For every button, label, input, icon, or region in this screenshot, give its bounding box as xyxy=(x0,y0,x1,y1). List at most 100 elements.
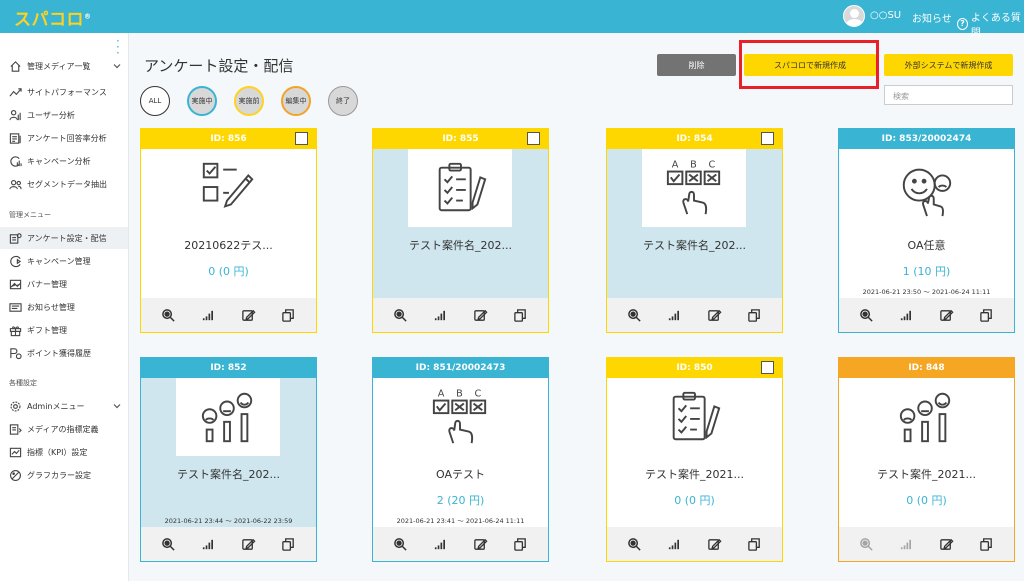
stats-icon[interactable] xyxy=(201,536,217,552)
kpi-icon xyxy=(9,446,22,459)
survey-card[interactable]: ID: 855 テスト案件名_202... xyxy=(372,128,549,333)
sidebar-item-segment[interactable]: セグメントデータ抽出 xyxy=(0,173,128,195)
sidebar-item-campaign-analysis[interactable]: キャンペーン分析 xyxy=(0,150,128,172)
copy-icon[interactable] xyxy=(512,536,528,552)
sidebar-item-campaign[interactable]: キャンペーン管理 xyxy=(0,250,128,272)
card-checkbox[interactable] xyxy=(527,132,540,145)
stats-icon[interactable] xyxy=(433,536,449,552)
edit-icon[interactable] xyxy=(706,307,722,323)
preview-icon[interactable] xyxy=(393,536,409,552)
card-body[interactable]: OAテスト 2 (20 円) 2021-06-21 23:41 〜 2021-06-… xyxy=(373,378,548,528)
edit-icon[interactable] xyxy=(938,307,954,323)
sidebar-item-banner[interactable]: バナー管理 xyxy=(0,273,128,295)
sidebar-item-gift[interactable]: ギフト管理 xyxy=(0,319,128,341)
sidebar-item-media-list[interactable]: 管理メディア一覧 xyxy=(0,55,128,77)
kebab-menu-icon[interactable]: · · · xyxy=(116,35,120,59)
card-period: 2021-06-21 23:41 〜 2021-06-24 11:11 xyxy=(396,517,525,525)
preview-icon[interactable] xyxy=(161,307,177,323)
card-actions xyxy=(141,527,316,561)
app-logo[interactable]: スパコロ® xyxy=(14,5,92,30)
card-body[interactable]: テスト案件名_202... xyxy=(607,149,782,299)
card-body[interactable]: テスト案件_2021... 0 (0 円) xyxy=(839,378,1014,528)
copy-icon[interactable] xyxy=(280,536,296,552)
edit-icon[interactable] xyxy=(240,536,256,552)
edit-icon[interactable] xyxy=(240,307,256,323)
stats-icon[interactable] xyxy=(201,307,217,323)
sidebar-item-site-performance[interactable]: サイトパフォーマンス xyxy=(0,81,128,103)
sidebar-item-palette[interactable]: グラフカラー設定 xyxy=(0,464,128,486)
stats-icon[interactable] xyxy=(899,307,915,323)
sidebar-item-kpi[interactable]: 指標（KPI）設定 xyxy=(0,441,128,463)
preview-icon[interactable] xyxy=(393,307,409,323)
preview-icon[interactable] xyxy=(859,536,875,552)
edit-icon[interactable] xyxy=(938,536,954,552)
card-title: テスト案件名_202... xyxy=(177,468,280,481)
sidebar: · · · 管理メディア一覧 サイトパフォーマンス ユーザー分析 アンケート回答率分… xyxy=(0,33,129,581)
stats-icon[interactable] xyxy=(667,536,683,552)
sidebar-item-survey-settings[interactable]: アンケート設定・配信 xyxy=(0,227,128,249)
survey-card[interactable]: ID: 852 テスト案件名_202... 2021-06-21 23:44 〜 2… xyxy=(140,357,317,562)
survey-card[interactable]: ID: 853/20002474 OA任意 1 (10 円) 2021-06-21 2… xyxy=(838,128,1015,333)
edit-icon[interactable] xyxy=(472,536,488,552)
copy-icon[interactable] xyxy=(978,536,994,552)
preview-icon[interactable] xyxy=(859,307,875,323)
card-checkbox[interactable] xyxy=(761,361,774,374)
card-body[interactable]: テスト案件_2021... 0 (0 円) xyxy=(607,378,782,528)
preview-icon[interactable] xyxy=(161,536,177,552)
stats-icon[interactable] xyxy=(667,307,683,323)
filter-ended[interactable]: 終了 xyxy=(328,86,358,116)
sidebar-item-media-def[interactable]: メディアの指標定義 xyxy=(0,418,128,440)
create-external-button[interactable]: 外部システムで新規作成 xyxy=(884,54,1013,76)
copy-icon[interactable] xyxy=(512,307,528,323)
chevron-down-icon[interactable] xyxy=(112,401,122,411)
avatar[interactable] xyxy=(843,5,865,27)
edit-icon[interactable] xyxy=(472,307,488,323)
filter-all[interactable]: ALL xyxy=(140,86,170,116)
search-input[interactable]: 検索 xyxy=(884,85,1013,105)
preview-icon[interactable] xyxy=(627,536,643,552)
card-response-count: 0 (0 円) xyxy=(906,494,947,507)
card-actions xyxy=(373,298,548,332)
filter-editing[interactable]: 編集中 xyxy=(281,86,311,116)
survey-card[interactable]: ID: 848 テスト案件_2021... 0 (0 円) xyxy=(838,357,1015,562)
filter-active[interactable]: 実施中 xyxy=(187,86,217,116)
gift-icon xyxy=(9,324,22,337)
card-body[interactable]: 20210622テス... 0 (0 円) xyxy=(141,149,316,299)
copy-icon[interactable] xyxy=(280,307,296,323)
sidebar-item-user-analysis[interactable]: ユーザー分析 xyxy=(0,104,128,126)
survey-card[interactable]: ID: 850 テスト案件_2021... 0 (0 円) xyxy=(606,357,783,562)
delete-button[interactable]: 削除 xyxy=(657,54,736,76)
card-response-count: 0 (0 円) xyxy=(208,265,249,278)
stats-icon[interactable] xyxy=(433,307,449,323)
faq-link[interactable]: ? よくある質問 xyxy=(957,9,1024,39)
sidebar-item-notice[interactable]: お知らせ管理 xyxy=(0,296,128,318)
copy-icon[interactable] xyxy=(746,536,762,552)
edit-icon[interactable] xyxy=(706,536,722,552)
notice-link[interactable]: お知らせ xyxy=(912,10,952,25)
card-checkbox[interactable] xyxy=(295,132,308,145)
survey-card[interactable]: ID: 854 テスト案件名_202... xyxy=(606,128,783,333)
help-icon: ? xyxy=(957,18,968,30)
card-actions xyxy=(141,298,316,332)
stats-icon[interactable] xyxy=(899,536,915,552)
card-checkbox[interactable] xyxy=(761,132,774,145)
sidebar-item-points[interactable]: ポイント獲得履歴 xyxy=(0,342,128,364)
user-name[interactable]: ○○SU xyxy=(870,10,901,21)
segment-icon xyxy=(9,178,22,191)
survey-card[interactable]: ID: 856 20210622テス... 0 (0 円) xyxy=(140,128,317,333)
chevron-down-icon[interactable] xyxy=(112,61,122,71)
card-body[interactable]: テスト案件名_202... 2021-06-21 23:44 〜 2021-06-… xyxy=(141,378,316,528)
abc-choice-icon xyxy=(642,149,746,227)
survey-card[interactable]: ID: 851/20002473 OAテスト 2 (20 円) 2021-06-21 … xyxy=(372,357,549,562)
card-body[interactable]: OA任意 1 (10 円) 2021-06-21 23:50 〜 2021-06-2… xyxy=(839,149,1014,299)
filter-before[interactable]: 実施前 xyxy=(234,86,264,116)
card-body[interactable]: テスト案件名_202... xyxy=(373,149,548,299)
copy-icon[interactable] xyxy=(746,307,762,323)
face-rating-bars-icon xyxy=(176,378,280,456)
copy-icon[interactable] xyxy=(978,307,994,323)
sidebar-item-survey-rate[interactable]: アンケート回答率分析 xyxy=(0,127,128,149)
section-settings-label: 各種設定 xyxy=(9,379,37,387)
sidebar-item-admin[interactable]: Adminメニュー xyxy=(0,395,128,417)
card-id-header: ID: 855 xyxy=(373,129,548,149)
preview-icon[interactable] xyxy=(627,307,643,323)
